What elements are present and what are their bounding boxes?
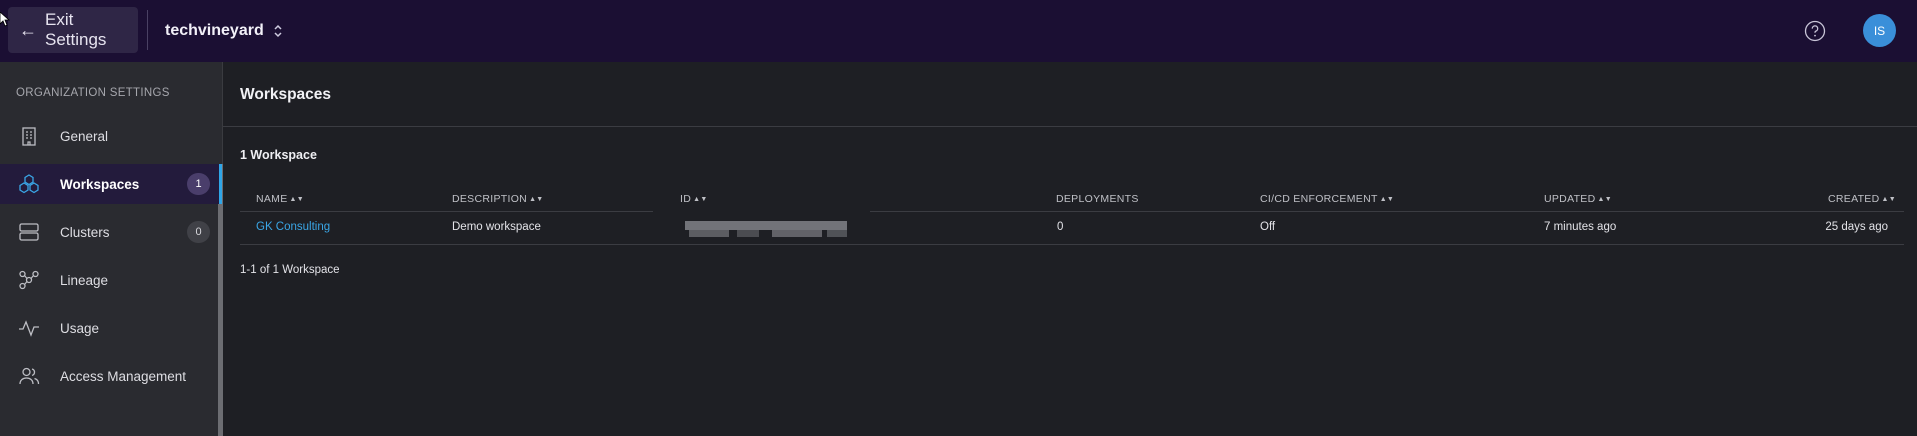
building-icon xyxy=(22,127,36,146)
column-header-updated[interactable]: UPDATED ▲▼ xyxy=(1544,193,1612,205)
column-header-id[interactable]: ID ▲▼ xyxy=(680,193,708,205)
user-avatar[interactable]: IS xyxy=(1863,14,1896,47)
workspace-name-link[interactable]: GK Consulting xyxy=(256,221,330,233)
sidebar-heading: ORGANIZATION SETTINGS xyxy=(16,87,170,99)
sort-icon: ▲▼ xyxy=(1597,196,1612,203)
sidebar-item-label: Clusters xyxy=(60,224,110,240)
column-header-label: DEPLOYMENTS xyxy=(1056,193,1139,205)
column-header-label: UPDATED xyxy=(1544,193,1596,205)
column-header-label: CREATED xyxy=(1828,193,1880,205)
column-header-label: DESCRIPTION xyxy=(452,193,528,205)
column-header-name[interactable]: NAME ▲▼ xyxy=(256,193,304,205)
sidebar-item-usage[interactable]: Usage xyxy=(0,308,222,348)
hexagons-icon xyxy=(19,174,39,194)
pulse-icon xyxy=(19,320,39,337)
updated-time: 7 minutes ago xyxy=(1544,221,1617,233)
sidebar-item-label: Lineage xyxy=(60,272,109,288)
arrow-left-icon: ← xyxy=(19,19,37,40)
pagination-summary: 1-1 of 1 Workspace xyxy=(240,264,340,276)
sidebar-item-label: Access Management xyxy=(60,368,187,384)
sidebar-item-label: General xyxy=(60,128,109,144)
column-header-created[interactable]: CREATED ▲▼ xyxy=(1828,193,1896,205)
sort-icon: ▲▼ xyxy=(1881,196,1896,203)
column-header-label: ID xyxy=(680,193,692,205)
chevron-up-down-icon xyxy=(274,24,282,38)
mouse-cursor-icon xyxy=(0,12,10,27)
created-time: 25 days ago xyxy=(1825,221,1888,233)
workspaces-count-badge: 1 xyxy=(187,173,210,195)
column-header-description[interactable]: DESCRIPTION ▲▼ xyxy=(452,193,544,205)
workspace-id-redacted xyxy=(677,219,852,239)
sort-icon: ▲▼ xyxy=(529,196,544,203)
workspace-count: 1 Workspace xyxy=(240,148,317,162)
organization-switcher[interactable]: techvineyard xyxy=(165,18,283,44)
cicd-enforcement-value: Off xyxy=(1260,221,1276,233)
server-icon xyxy=(19,223,39,241)
graph-nodes-icon xyxy=(19,270,39,290)
column-header-label: NAME xyxy=(256,193,288,205)
clusters-count-badge: 0 xyxy=(187,221,210,243)
table-row-divider xyxy=(240,244,1904,245)
sidebar-item-workspaces[interactable]: Workspaces 1 xyxy=(0,164,222,204)
exit-settings-label: Exit Settings xyxy=(45,10,107,49)
exit-settings-button[interactable]: ← Exit Settings xyxy=(8,7,138,53)
sidebar-item-label: Workspaces xyxy=(60,176,140,192)
column-header-label: CI/CD ENFORCEMENT xyxy=(1260,193,1378,205)
sidebar-item-access-management[interactable]: Access Management xyxy=(0,356,222,396)
column-header-cicd-enforcement[interactable]: CI/CD ENFORCEMENT ▲▼ xyxy=(1260,193,1394,205)
users-icon xyxy=(19,367,40,385)
help-icon[interactable] xyxy=(1804,20,1826,42)
table-header-divider xyxy=(870,211,1904,212)
organization-name: techvineyard xyxy=(165,22,264,39)
column-header-deployments: DEPLOYMENTS xyxy=(1056,193,1139,205)
sort-icon: ▲▼ xyxy=(289,196,305,203)
header-divider xyxy=(147,10,148,50)
sort-icon: ▲▼ xyxy=(693,196,708,203)
sidebar-item-clusters[interactable]: Clusters 0 xyxy=(0,212,222,252)
sidebar-item-lineage[interactable]: Lineage xyxy=(0,260,222,300)
workspace-description: Demo workspace xyxy=(452,221,541,233)
sidebar-item-label: Usage xyxy=(60,320,100,336)
deployments-count: 0 xyxy=(1057,221,1064,233)
page-title: Workspaces xyxy=(240,86,332,103)
avatar-initials: IS xyxy=(1873,23,1886,38)
top-bar xyxy=(0,0,1917,62)
table-header-divider xyxy=(240,211,653,212)
sidebar-item-general[interactable]: General xyxy=(0,116,222,156)
sort-icon: ▲▼ xyxy=(1379,196,1395,203)
title-divider xyxy=(223,126,1917,127)
